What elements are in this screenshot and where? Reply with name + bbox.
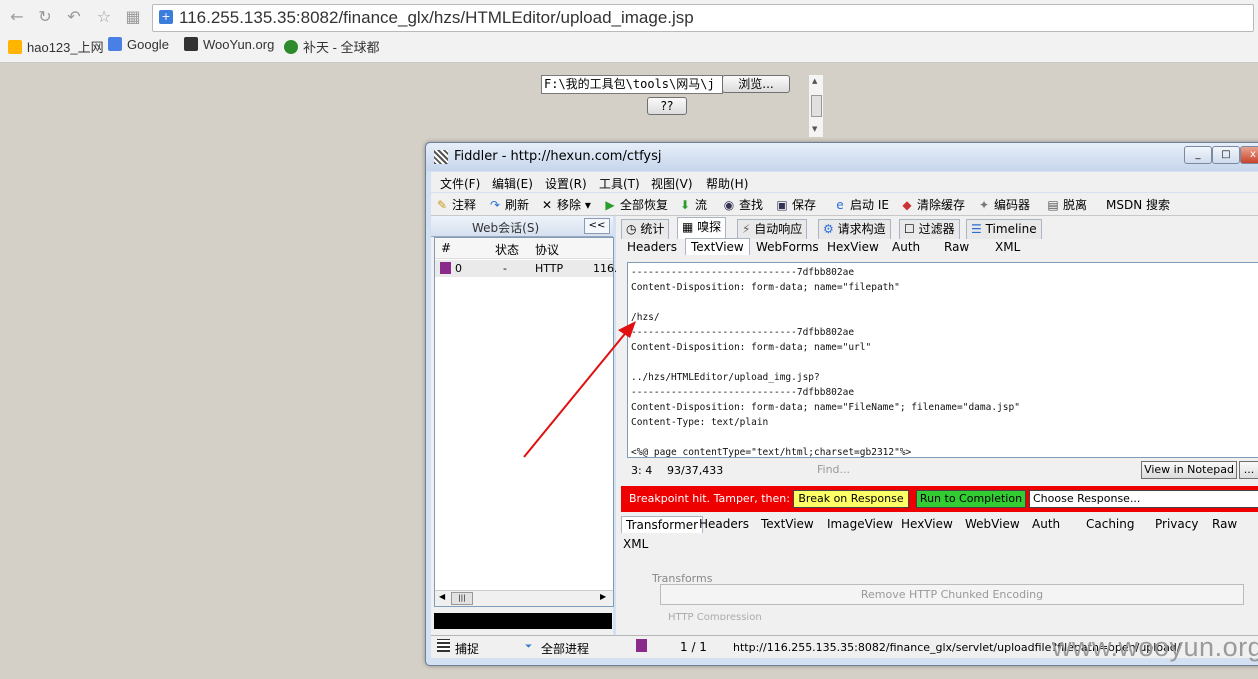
watermark: www.wooyun.org (1052, 632, 1258, 662)
annotation-arrow (523, 321, 636, 458)
